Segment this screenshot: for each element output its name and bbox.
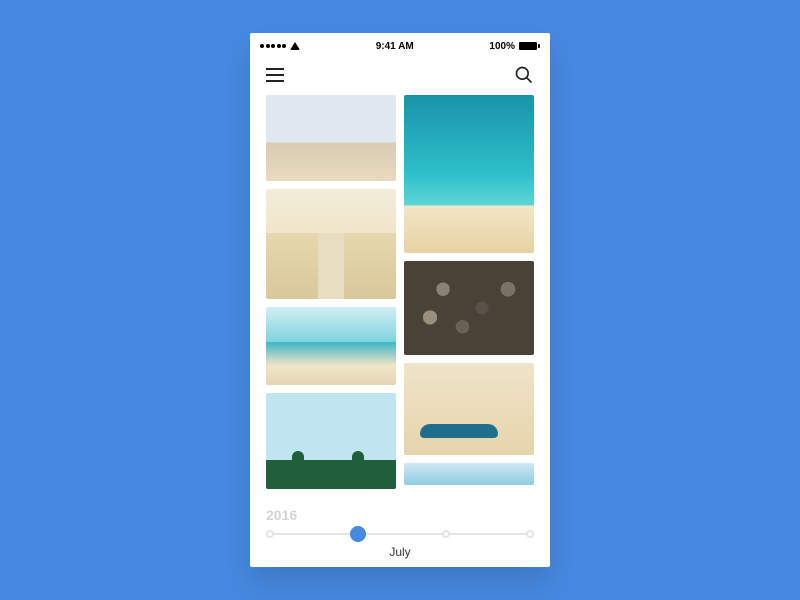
photo-card[interactable] bbox=[404, 95, 534, 253]
status-time: 9:41 AM bbox=[376, 41, 414, 52]
search-icon[interactable] bbox=[514, 65, 534, 85]
photo-card[interactable] bbox=[404, 261, 534, 355]
photo-card[interactable] bbox=[404, 463, 534, 485]
grid-col-right bbox=[404, 95, 534, 503]
phone-frame: 9:41 AM 100% 2016 bbox=[250, 33, 550, 567]
photo-card[interactable] bbox=[266, 189, 396, 299]
grid-col-left bbox=[266, 95, 396, 503]
photo-card[interactable] bbox=[404, 363, 534, 455]
wifi-icon bbox=[290, 42, 300, 50]
timeline-stops bbox=[266, 525, 534, 543]
timeline-year: 2016 bbox=[266, 507, 297, 523]
timeline-stop[interactable] bbox=[266, 530, 274, 538]
battery-icon bbox=[519, 42, 540, 50]
battery-percent: 100% bbox=[489, 41, 515, 52]
timeline-stop-active[interactable] bbox=[350, 526, 366, 542]
menu-icon[interactable] bbox=[266, 68, 284, 82]
timeline-month: July bbox=[250, 545, 550, 559]
timeline: 2016 July bbox=[250, 503, 550, 567]
navbar bbox=[250, 55, 550, 95]
timeline-stop[interactable] bbox=[442, 530, 450, 538]
timeline-stop[interactable] bbox=[526, 530, 534, 538]
status-bar: 9:41 AM 100% bbox=[250, 37, 550, 55]
photo-card[interactable] bbox=[266, 393, 396, 489]
photo-card[interactable] bbox=[266, 95, 396, 181]
signal-dots-icon bbox=[260, 44, 286, 48]
photo-grid[interactable] bbox=[250, 95, 550, 503]
photo-card[interactable] bbox=[266, 307, 396, 385]
